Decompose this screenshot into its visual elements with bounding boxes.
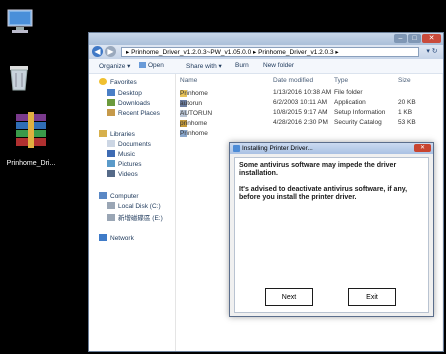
file-row[interactable]: AUTORUN 10/8/2015 9:17 AM Setup Informat… xyxy=(176,108,442,118)
file-type: Security Catalog xyxy=(334,119,382,126)
nav-documents[interactable]: Documents xyxy=(107,140,151,148)
nav-libraries[interactable]: Libraries xyxy=(99,130,135,138)
nav-downloads-label: Downloads xyxy=(118,100,151,107)
desktop-icon xyxy=(107,89,115,96)
recycle-bin-icon[interactable] xyxy=(6,62,32,92)
documents-icon xyxy=(107,140,115,147)
file-size: 1 KB xyxy=(398,109,413,116)
file-date: 6/2/2003 10:11 AM xyxy=(273,99,328,106)
videos-icon xyxy=(107,170,115,177)
back-arrow-icon[interactable]: ◀ xyxy=(92,46,103,57)
nav-local-disk-label: Local Disk (C:) xyxy=(118,203,161,210)
computer-icon xyxy=(99,192,107,199)
nav-computer-label: Computer xyxy=(110,193,139,200)
file-name: AUTORUN xyxy=(180,110,213,117)
nav-videos[interactable]: Videos xyxy=(107,170,138,178)
close-button[interactable]: ✕ xyxy=(422,34,441,43)
nav-drive-e-label: 新增磁碟區 (E:) xyxy=(118,215,163,222)
address-bar: ◀ ▶ ▸ Prinhome_Driver_v1.2.0.3~PW_v1.05.… xyxy=(89,45,443,59)
file-date: 10/8/2015 9:17 AM xyxy=(273,109,328,116)
network-icon xyxy=(99,234,107,241)
column-header-date-modified[interactable]: Date modified xyxy=(273,77,313,84)
forward-arrow-icon[interactable]: ▶ xyxy=(105,46,116,57)
nav-desktop[interactable]: Desktop xyxy=(107,89,142,97)
nav-recent-places-label: Recent Places xyxy=(118,110,160,117)
file-name: Prinhome xyxy=(180,130,208,137)
nav-music[interactable]: Music xyxy=(107,150,135,158)
music-icon xyxy=(107,150,115,157)
nav-favorites-label: Favorites xyxy=(110,79,137,86)
file-row[interactable]: Prinhome xyxy=(176,128,442,138)
computer-desktop-icon[interactable] xyxy=(6,8,36,36)
installer-icon xyxy=(233,145,240,152)
open-icon xyxy=(139,62,146,68)
burn-button[interactable]: Burn xyxy=(235,62,249,69)
file-name: prinhome xyxy=(180,120,208,127)
downloads-icon xyxy=(107,99,115,106)
nav-documents-label: Documents xyxy=(118,141,151,148)
file-row[interactable]: Prinhome 1/13/2016 10:38 AM File folder xyxy=(176,88,442,98)
explorer-titlebar[interactable]: – □ ✕ xyxy=(89,33,443,45)
star-icon xyxy=(99,78,107,85)
nav-videos-label: Videos xyxy=(118,171,138,178)
dialog-titlebar[interactable]: Installing Printer Driver... ✕ xyxy=(230,143,433,154)
nav-favorites[interactable]: Favorites xyxy=(99,78,137,86)
maximize-button[interactable]: □ xyxy=(408,34,421,43)
nav-network[interactable]: Network xyxy=(99,234,134,242)
file-size: 20 KB xyxy=(398,99,416,106)
winrar-archive-label: Prinhome_Dri... xyxy=(6,160,56,167)
dialog-body: Some antivirus software may impede the d… xyxy=(234,157,429,313)
file-row[interactable]: prinhome 4/28/2016 2:30 PM Security Cata… xyxy=(176,118,442,128)
refresh-icon[interactable]: ▾ ↻ xyxy=(424,47,440,57)
antivirus-advice-text: It's advised to deactivate antivirus sof… xyxy=(239,186,408,201)
hard-drive-icon xyxy=(107,202,115,209)
libraries-icon xyxy=(99,130,107,137)
file-name: autorun xyxy=(180,100,203,107)
navigation-pane: Favorites Desktop Downloads Recent Place… xyxy=(89,74,176,351)
column-header-type[interactable]: Type xyxy=(334,77,348,84)
file-type: Setup Information xyxy=(334,109,386,116)
nav-pictures[interactable]: Pictures xyxy=(107,160,141,168)
open-label: Open xyxy=(148,62,164,69)
installer-dialog: Installing Printer Driver... ✕ Some anti… xyxy=(229,142,434,317)
file-row[interactable]: autorun 6/2/2003 10:11 AM Application 20… xyxy=(176,98,442,108)
nav-local-disk[interactable]: Local Disk (C:) xyxy=(107,202,161,210)
recent-places-icon xyxy=(107,109,115,116)
dialog-title: Installing Printer Driver... xyxy=(242,145,313,152)
exit-button[interactable]: Exit xyxy=(348,288,396,306)
organize-button[interactable]: Organize ▾ xyxy=(99,62,130,70)
file-type: File folder xyxy=(334,89,363,96)
column-header-size[interactable]: Size xyxy=(398,77,411,84)
nav-recent-places[interactable]: Recent Places xyxy=(107,109,160,117)
hard-drive-icon xyxy=(107,214,115,221)
pictures-icon xyxy=(107,160,115,167)
command-toolbar: Organize ▾ Open Share with ▾ Burn New fo… xyxy=(89,59,443,74)
nav-music-label: Music xyxy=(118,151,135,158)
nav-computer[interactable]: Computer xyxy=(99,192,139,200)
antivirus-warning-text: Some antivirus software may impede the d… xyxy=(239,162,397,177)
address-field[interactable]: ▸ Prinhome_Driver_v1.2.0.3~PW_v1.05.0.0 … xyxy=(121,47,419,57)
dialog-close-button[interactable]: ✕ xyxy=(414,144,431,152)
nav-downloads[interactable]: Downloads xyxy=(107,99,150,107)
nav-pictures-label: Pictures xyxy=(118,161,142,168)
file-date: 4/28/2016 2:30 PM xyxy=(273,119,328,126)
share-with-button[interactable]: Share with ▾ xyxy=(186,62,222,70)
file-name: Prinhome xyxy=(180,90,208,97)
nav-libraries-label: Libraries xyxy=(110,131,135,138)
nav-drive-e[interactable]: 新增磁碟區 (E:) xyxy=(107,212,163,222)
nav-network-label: Network xyxy=(110,235,134,242)
column-header-name[interactable]: Name xyxy=(180,77,197,84)
winrar-archive-icon[interactable] xyxy=(14,110,48,150)
minimize-button[interactable]: – xyxy=(394,34,407,43)
open-button[interactable]: Open xyxy=(139,62,164,69)
nav-desktop-label: Desktop xyxy=(118,90,142,97)
new-folder-button[interactable]: New folder xyxy=(263,62,294,69)
next-button[interactable]: Next xyxy=(265,288,313,306)
file-date: 1/13/2016 10:38 AM xyxy=(273,89,332,96)
file-type: Application xyxy=(334,99,366,106)
file-size: 53 KB xyxy=(398,119,416,126)
